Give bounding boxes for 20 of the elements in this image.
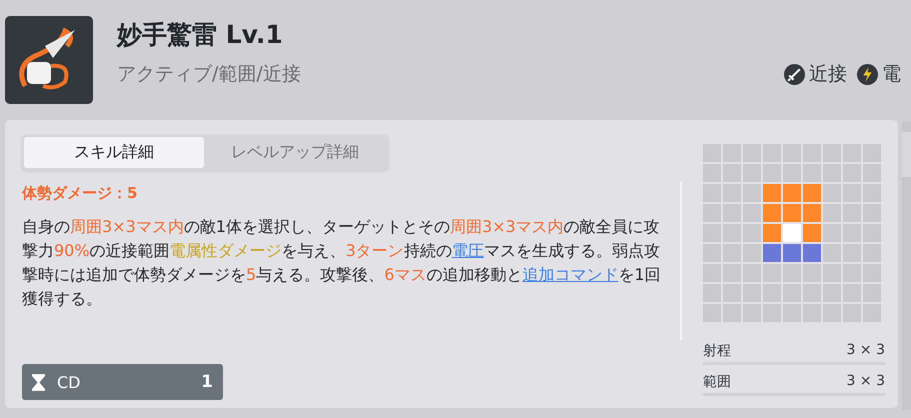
sword-icon bbox=[784, 64, 805, 84]
keyword-link[interactable]: 追加コマンド bbox=[522, 265, 618, 284]
lightning-icon bbox=[857, 64, 878, 84]
cooldown-value: 1 bbox=[201, 372, 213, 392]
stance-damage: 体勢ダメージ：5 bbox=[22, 184, 138, 203]
stat-value: 3 × 3 bbox=[846, 373, 885, 391]
stat-label: 範囲 bbox=[703, 373, 731, 391]
skill-title: 妙手驚雷 Lv.1 bbox=[117, 19, 284, 51]
tab[interactable]: レベルアップ詳細 bbox=[204, 137, 386, 168]
skill-description: 自身の周囲3×3マス内の敵1体を選択し、ターゲットとその周囲3×3マス内の敵全員に攻撃力 90%の近接範囲電属性ダメージを与え、3ターン持続の電圧マスを生成する。弱点攻撃時には追加で体勢ダメージを5与える。攻撃後、6マスの追加移動と 追加コマンド を1回獲得する。 bbox=[22, 216, 662, 310]
keyword-link[interactable]: 電圧 bbox=[452, 241, 484, 260]
hourglass-icon bbox=[32, 374, 45, 390]
cooldown-label: CD bbox=[57, 372, 82, 392]
tab[interactable]: スキル詳細 bbox=[24, 137, 204, 168]
stat-label: 射程 bbox=[703, 342, 731, 360]
stat-value: 3 × 3 bbox=[846, 342, 885, 360]
skill-icon bbox=[5, 16, 93, 104]
attribute-label: 近接 bbox=[809, 62, 847, 87]
skill-categories: アクティブ/範囲/近接 bbox=[117, 62, 301, 87]
attribute-label: 電 bbox=[882, 62, 901, 87]
